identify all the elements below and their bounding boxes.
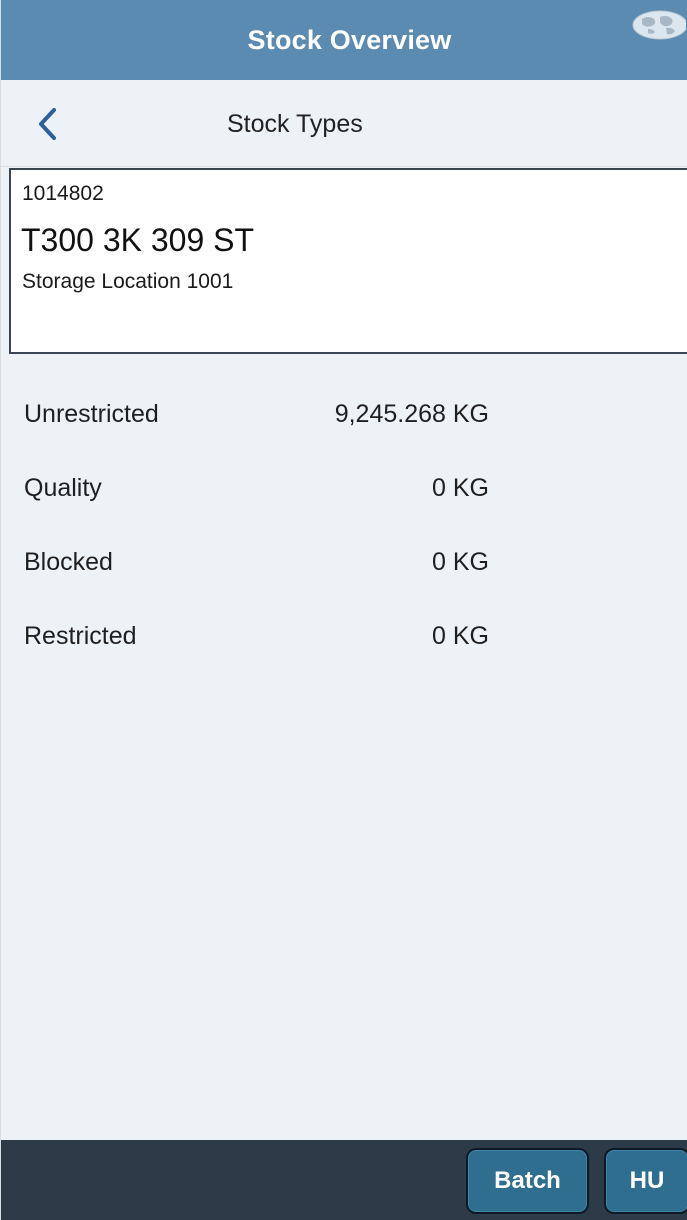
section-title: Stock Types xyxy=(227,110,363,138)
storage-location: Storage Location 1001 xyxy=(22,270,234,293)
footer-toolbar: Batch HU xyxy=(1,1140,687,1220)
app-screen: Stock Overview Stock Types 1014802 T300 … xyxy=(0,0,687,1220)
material-number: 1014802 xyxy=(22,182,104,205)
stock-type-value: 0 KG xyxy=(432,474,489,502)
stock-row-unrestricted: Unrestricted 9,245.268 KG xyxy=(1,394,687,434)
material-description: T300 3K 309 ST xyxy=(21,222,255,258)
stock-type-value: 9,245.268 KG xyxy=(334,400,489,428)
hu-button[interactable]: HU xyxy=(604,1148,687,1214)
batch-button[interactable]: Batch xyxy=(466,1148,589,1214)
stock-type-label: Unrestricted xyxy=(24,400,159,428)
stock-type-label: Quality xyxy=(24,474,102,502)
stock-row-quality: Quality 0 KG xyxy=(1,468,687,508)
material-card: 1014802 T300 3K 309 ST Storage Location … xyxy=(9,168,687,354)
stock-type-value: 0 KG xyxy=(432,548,489,576)
back-button[interactable] xyxy=(29,104,65,144)
stock-row-restricted: Restricted 0 KG xyxy=(1,616,687,656)
page-title: Stock Overview xyxy=(247,24,452,55)
sub-header: Stock Types xyxy=(1,80,687,167)
chevron-left-icon xyxy=(39,108,56,140)
stock-type-value: 0 KG xyxy=(432,622,489,650)
stock-type-label: Blocked xyxy=(24,548,113,576)
globe-icon[interactable] xyxy=(626,10,686,40)
stock-row-blocked: Blocked 0 KG xyxy=(1,542,687,582)
title-bar: Stock Overview xyxy=(1,0,687,80)
stock-type-label: Restricted xyxy=(24,622,137,650)
